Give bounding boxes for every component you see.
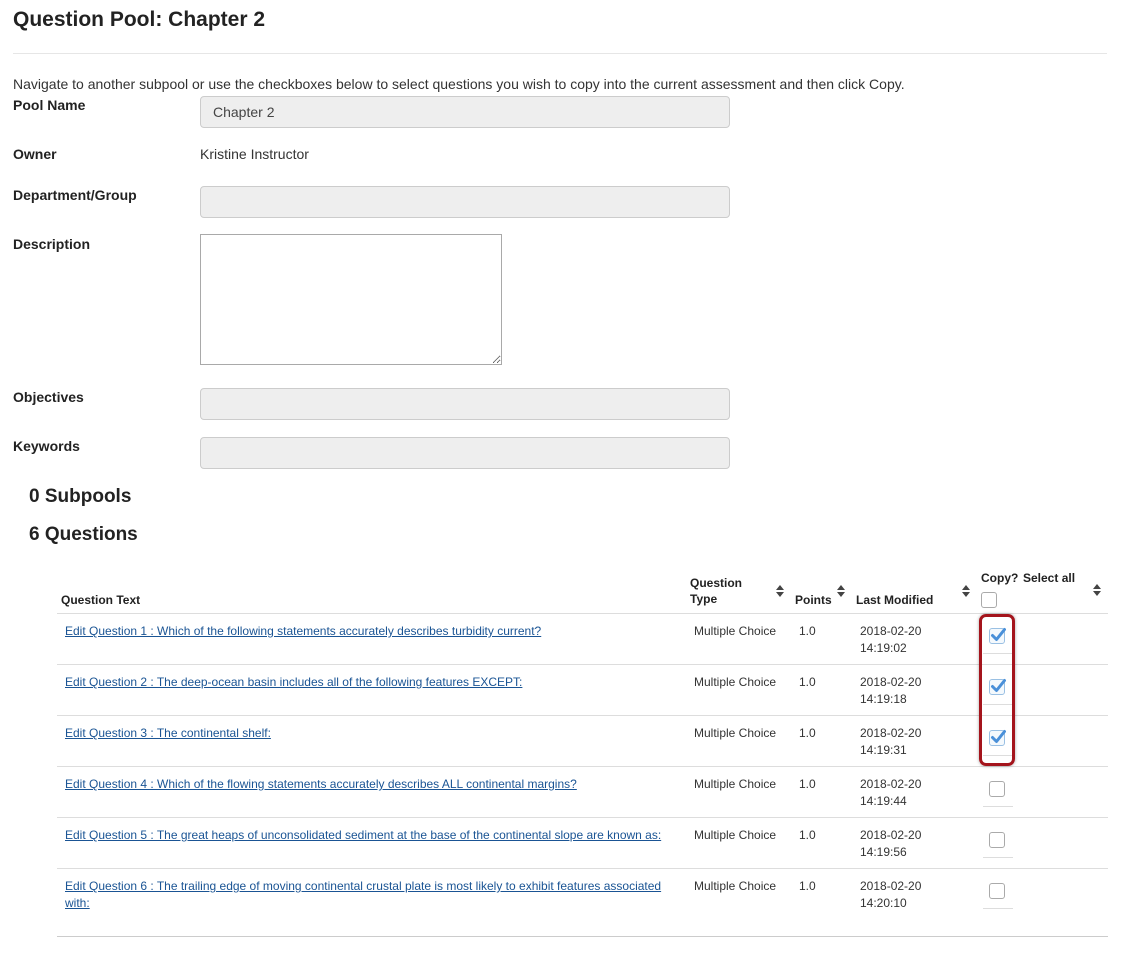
edit-question-link[interactable]: Edit Question 6 : The trailing edge of m… [65, 878, 675, 912]
last-modified-date: 2018-02-20 [860, 879, 922, 893]
owner-value: Kristine Instructor [200, 146, 309, 162]
last-modified: 2018-02-20 14:19:02 [860, 623, 921, 657]
last-modified-date: 2018-02-20 [860, 675, 922, 689]
table-row: Edit Question 5 : The great heaps of unc… [57, 818, 1108, 869]
header-question-type[interactable]: Question Type [690, 575, 742, 607]
edit-question-link[interactable]: Edit Question 2 : The deep-ocean basin i… [65, 674, 675, 691]
department-label: Department/Group [13, 187, 137, 203]
last-modified: 2018-02-20 14:19:44 [860, 776, 921, 810]
header-select-all: Select all [1023, 571, 1076, 585]
question-points: 1.0 [799, 777, 816, 791]
table-row: Edit Question 4 : Which of the flowing s… [57, 767, 1108, 818]
edit-question-link[interactable]: Edit Question 1 : Which of the following… [65, 623, 675, 640]
copy-cell [983, 830, 1013, 858]
last-modified-date: 2018-02-20 [860, 828, 922, 842]
copy-checkbox[interactable] [989, 883, 1005, 899]
sort-icon[interactable] [776, 585, 784, 597]
last-modified: 2018-02-20 14:19:56 [860, 827, 921, 861]
question-type: Multiple Choice [694, 675, 777, 689]
checked-items-highlight [979, 614, 1015, 766]
last-modified-time: 14:19:02 [860, 641, 907, 655]
last-modified: 2018-02-20 14:20:10 [860, 878, 921, 912]
edit-question-link[interactable]: Edit Question 4 : Which of the flowing s… [65, 776, 675, 793]
page-title: Question Pool: Chapter 2 [13, 8, 266, 31]
last-modified-time: 14:19:18 [860, 692, 907, 706]
edit-question-link[interactable]: Edit Question 5 : The great heaps of unc… [65, 827, 675, 844]
department-field[interactable] [200, 186, 730, 218]
pool-name-label: Pool Name [13, 97, 86, 113]
table-row: Edit Question 2 : The deep-ocean basin i… [57, 665, 1108, 716]
copy-cell [983, 881, 1013, 909]
question-type: Multiple Choice [694, 828, 777, 842]
objectives-field[interactable] [200, 388, 730, 420]
owner-label: Owner [13, 146, 57, 162]
question-type: Multiple Choice [694, 624, 777, 638]
question-type: Multiple Choice [694, 879, 777, 893]
copy-checkbox[interactable] [989, 781, 1005, 797]
questions-heading: 6 Questions [29, 524, 138, 545]
header-question-type-line2: Type [690, 592, 718, 606]
keywords-field[interactable] [200, 437, 730, 469]
question-type: Multiple Choice [694, 777, 777, 791]
last-modified-date: 2018-02-20 [860, 624, 922, 638]
last-modified-date: 2018-02-20 [860, 726, 922, 740]
last-modified: 2018-02-20 14:19:18 [860, 674, 921, 708]
header-question-text[interactable]: Question Text [61, 592, 140, 608]
header-copy: Copy? [981, 571, 1019, 585]
sort-icon[interactable] [837, 585, 845, 597]
sort-icon[interactable] [1093, 584, 1101, 596]
subpools-heading: 0 Subpools [29, 486, 132, 507]
header-points[interactable]: Points [795, 592, 832, 608]
description-textarea[interactable] [200, 234, 502, 365]
keywords-label: Keywords [13, 438, 80, 454]
question-points: 1.0 [799, 624, 816, 638]
edit-question-link[interactable]: Edit Question 3 : The continental shelf: [65, 725, 675, 742]
question-points: 1.0 [799, 828, 816, 842]
last-modified-date: 2018-02-20 [860, 777, 922, 791]
copy-checkbox[interactable] [989, 832, 1005, 848]
header-last-modified[interactable]: Last Modified [856, 592, 933, 608]
description-label: Description [13, 236, 91, 252]
table-row: Edit Question 3 : The continental shelf:… [57, 716, 1108, 767]
copy-cell [983, 779, 1013, 807]
table-row: Edit Question 1 : Which of the following… [57, 614, 1108, 665]
question-points: 1.0 [799, 879, 816, 893]
title-divider [13, 53, 1107, 54]
last-modified: 2018-02-20 14:19:31 [860, 725, 921, 759]
table-row: Edit Question 6 : The trailing edge of m… [57, 869, 1108, 937]
sort-icon[interactable] [962, 585, 970, 597]
objectives-label: Objectives [13, 389, 84, 405]
last-modified-time: 14:19:44 [860, 794, 907, 808]
question-points: 1.0 [799, 726, 816, 740]
question-type: Multiple Choice [694, 726, 777, 740]
last-modified-time: 14:19:31 [860, 743, 907, 757]
header-question-type-line1: Question [690, 576, 743, 590]
select-all-checkbox[interactable] [981, 592, 997, 608]
last-modified-time: 14:19:56 [860, 845, 907, 859]
pool-name-field[interactable]: Chapter 2 [200, 96, 730, 128]
table-header: Question Text Question Type Points Last … [57, 566, 1108, 614]
questions-table: Question Text Question Type Points Last … [57, 566, 1108, 937]
question-points: 1.0 [799, 675, 816, 689]
instructions-text: Navigate to another subpool or use the c… [13, 76, 905, 92]
last-modified-time: 14:20:10 [860, 896, 907, 910]
